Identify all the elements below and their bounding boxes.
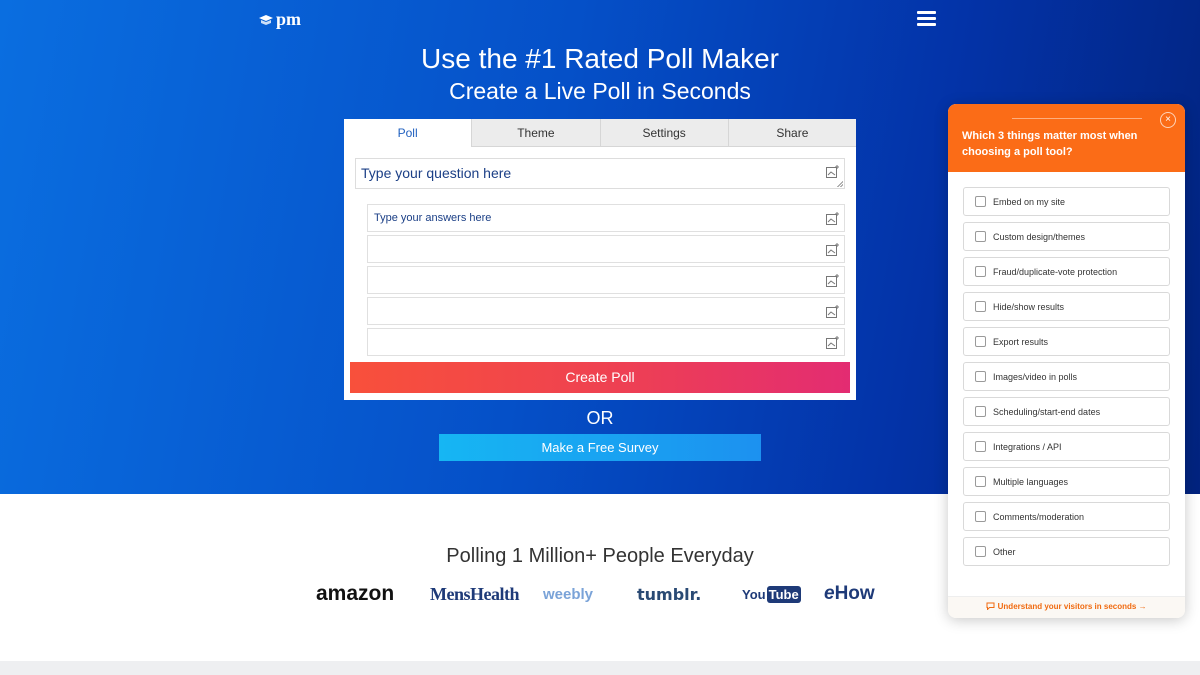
poll-tabs: Poll Theme Settings Share: [344, 119, 856, 147]
widget-footer-text: Understand your visitors in seconds: [997, 602, 1137, 611]
tab-theme[interactable]: Theme: [471, 119, 600, 147]
add-image-icon[interactable]: [826, 212, 839, 225]
option-label: Export results: [993, 337, 1049, 347]
answer-input[interactable]: [367, 266, 845, 294]
answer-input[interactable]: [367, 297, 845, 325]
widget-option[interactable]: Multiple languages: [963, 467, 1170, 496]
youtube-logo-you: You: [742, 586, 766, 602]
ehow-logo-how: How: [834, 583, 875, 604]
ehow-logo-e: e: [824, 583, 835, 604]
chat-bubble-icon: [986, 602, 995, 611]
checkbox[interactable]: [975, 301, 986, 312]
page-title: Use the #1 Rated Poll Maker: [421, 43, 779, 74]
widget-option[interactable]: Integrations / API: [963, 432, 1170, 461]
widget-option[interactable]: Export results: [963, 327, 1170, 356]
option-label: Images/video in polls: [993, 372, 1078, 382]
menshealth-logo: MensHealth: [430, 583, 520, 604]
site-logo[interactable]: pm: [258, 9, 301, 30]
question-placeholder: Type your question here: [361, 165, 512, 181]
weebly-logo: weebly: [543, 585, 594, 603]
logo-text: pm: [276, 9, 302, 29]
add-image-icon[interactable]: [826, 243, 839, 256]
checkbox[interactable]: [975, 406, 986, 417]
page-subtitle: Create a Live Poll in Seconds: [449, 78, 751, 104]
option-label: Hide/show results: [993, 302, 1065, 312]
youtube-logo-tube: Tube: [766, 585, 801, 603]
widget-option[interactable]: Embed on my site: [963, 187, 1170, 216]
checkbox[interactable]: [975, 441, 986, 452]
checkbox[interactable]: [975, 231, 986, 242]
answer-placeholder: Type your answers here: [374, 212, 492, 224]
widget-option[interactable]: Comments/moderation: [963, 502, 1170, 531]
widget-option[interactable]: Scheduling/start-end dates: [963, 397, 1170, 426]
widget-header: × Which 3 things matter most when choosi…: [948, 104, 1185, 172]
widget-option[interactable]: Other: [963, 537, 1170, 566]
feedback-survey-widget: × Which 3 things matter most when choosi…: [948, 104, 1185, 618]
make-survey-button[interactable]: Make a Free Survey: [439, 434, 761, 461]
widget-option[interactable]: Images/video in polls: [963, 362, 1170, 391]
answer-input[interactable]: [367, 328, 845, 356]
answer-input[interactable]: [367, 235, 845, 263]
widget-progress-line: [1012, 118, 1142, 119]
option-label: Scheduling/start-end dates: [993, 407, 1101, 417]
option-label: Fraud/duplicate-vote protection: [993, 267, 1118, 277]
option-label: Other: [993, 547, 1016, 557]
footer-strip: [0, 661, 1200, 675]
checkbox[interactable]: [975, 196, 986, 207]
add-image-icon[interactable]: [826, 305, 839, 318]
checkbox[interactable]: [975, 371, 986, 382]
add-image-icon[interactable]: [826, 336, 839, 349]
poll-editor-card: Poll Theme Settings Share Type your ques…: [344, 119, 856, 400]
resize-handle[interactable]: [837, 181, 843, 187]
arrow-right-icon: →: [1138, 602, 1147, 611]
add-image-icon[interactable]: [826, 165, 839, 178]
amazon-logo: amazon: [316, 582, 395, 605]
close-icon[interactable]: ×: [1160, 112, 1176, 128]
option-label: Comments/moderation: [993, 512, 1085, 522]
youtube-logo: You Tube: [742, 580, 801, 608]
tab-poll[interactable]: Poll: [344, 119, 472, 147]
widget-option[interactable]: Fraud/duplicate-vote protection: [963, 257, 1170, 286]
question-input[interactable]: Type your question here: [355, 158, 845, 189]
logo-ballot-icon: [259, 14, 273, 25]
tab-share[interactable]: Share: [727, 119, 856, 147]
tumblr-logo: tumblr.: [637, 584, 702, 604]
widget-question: Which 3 things matter most when choosing…: [962, 130, 1138, 158]
widget-option[interactable]: Hide/show results: [963, 292, 1170, 321]
option-label: Custom design/themes: [993, 232, 1086, 242]
checkbox[interactable]: [975, 546, 986, 557]
widget-option[interactable]: Custom design/themes: [963, 222, 1170, 251]
checkbox[interactable]: [975, 336, 986, 347]
tab-settings[interactable]: Settings: [599, 119, 728, 147]
hamburger-menu-icon[interactable]: [917, 11, 936, 26]
option-label: Integrations / API: [993, 442, 1062, 452]
widget-footer-link[interactable]: Understand your visitors in seconds →: [948, 596, 1185, 618]
option-label: Embed on my site: [993, 197, 1066, 207]
checkbox[interactable]: [975, 511, 986, 522]
checkbox[interactable]: [975, 266, 986, 277]
create-poll-button[interactable]: Create Poll: [350, 362, 850, 393]
answer-input[interactable]: Type your answers here: [367, 204, 845, 232]
option-label: Multiple languages: [993, 477, 1069, 487]
ehow-logo: e How: [824, 580, 875, 608]
add-image-icon[interactable]: [826, 274, 839, 287]
checkbox[interactable]: [975, 476, 986, 487]
